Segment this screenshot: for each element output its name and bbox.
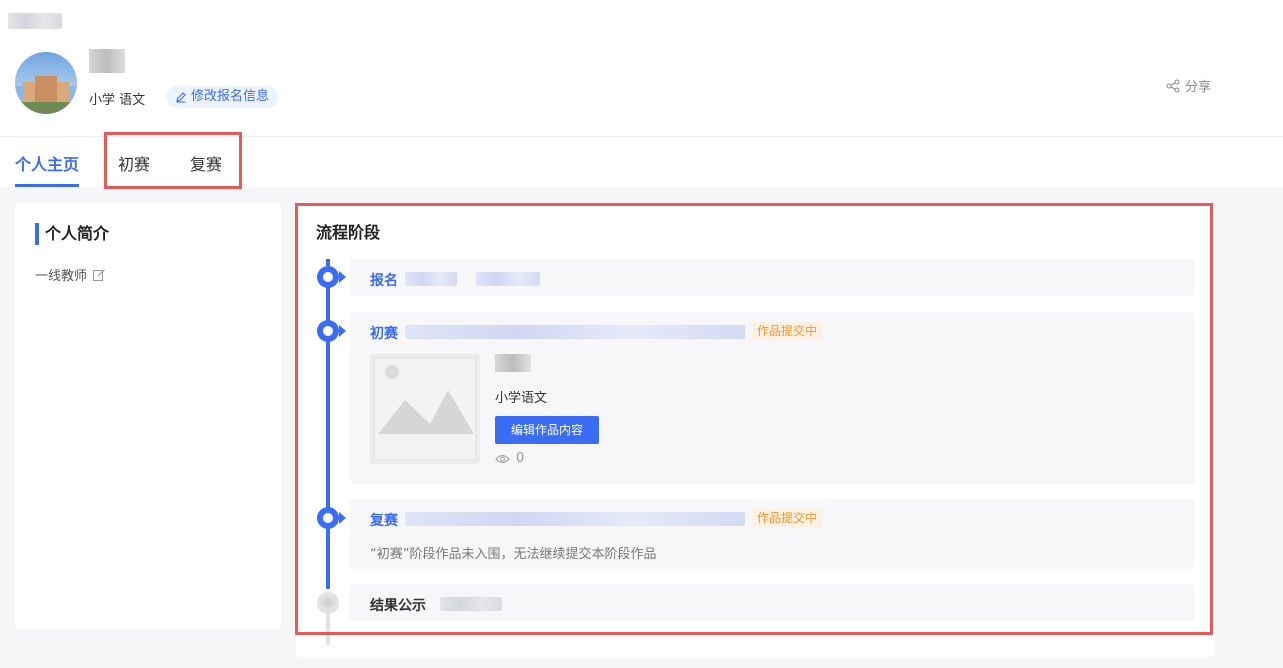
- bio-row: 一线教师: [35, 265, 106, 284]
- share-label: 分享: [1185, 80, 1212, 95]
- highlight-box-process: [295, 203, 1213, 635]
- share-icon: [1166, 79, 1180, 92]
- profile-subject: 小学 语文: [89, 93, 146, 108]
- edit-icon[interactable]: [92, 268, 106, 282]
- blurred-user-name: [89, 49, 125, 73]
- sidebar-panel: 个人简介 一线教师: [15, 203, 281, 629]
- tab-home[interactable]: 个人主页: [15, 151, 79, 175]
- blurred-breadcrumb: [8, 13, 62, 29]
- pencil-icon: [176, 92, 186, 103]
- active-tab-indicator: [15, 184, 79, 187]
- profile-header: 小学 语文 修改报名信息 分享: [0, 0, 1283, 137]
- avatar: [15, 52, 77, 114]
- highlight-box-tabs: [104, 132, 242, 189]
- edit-registration-label: 修改报名信息: [191, 89, 270, 104]
- sidebar-title: 个人简介: [35, 223, 109, 245]
- bio-text: 一线教师: [35, 269, 88, 284]
- edit-registration-button[interactable]: 修改报名信息: [166, 86, 279, 108]
- share-button[interactable]: 分享: [1166, 76, 1211, 95]
